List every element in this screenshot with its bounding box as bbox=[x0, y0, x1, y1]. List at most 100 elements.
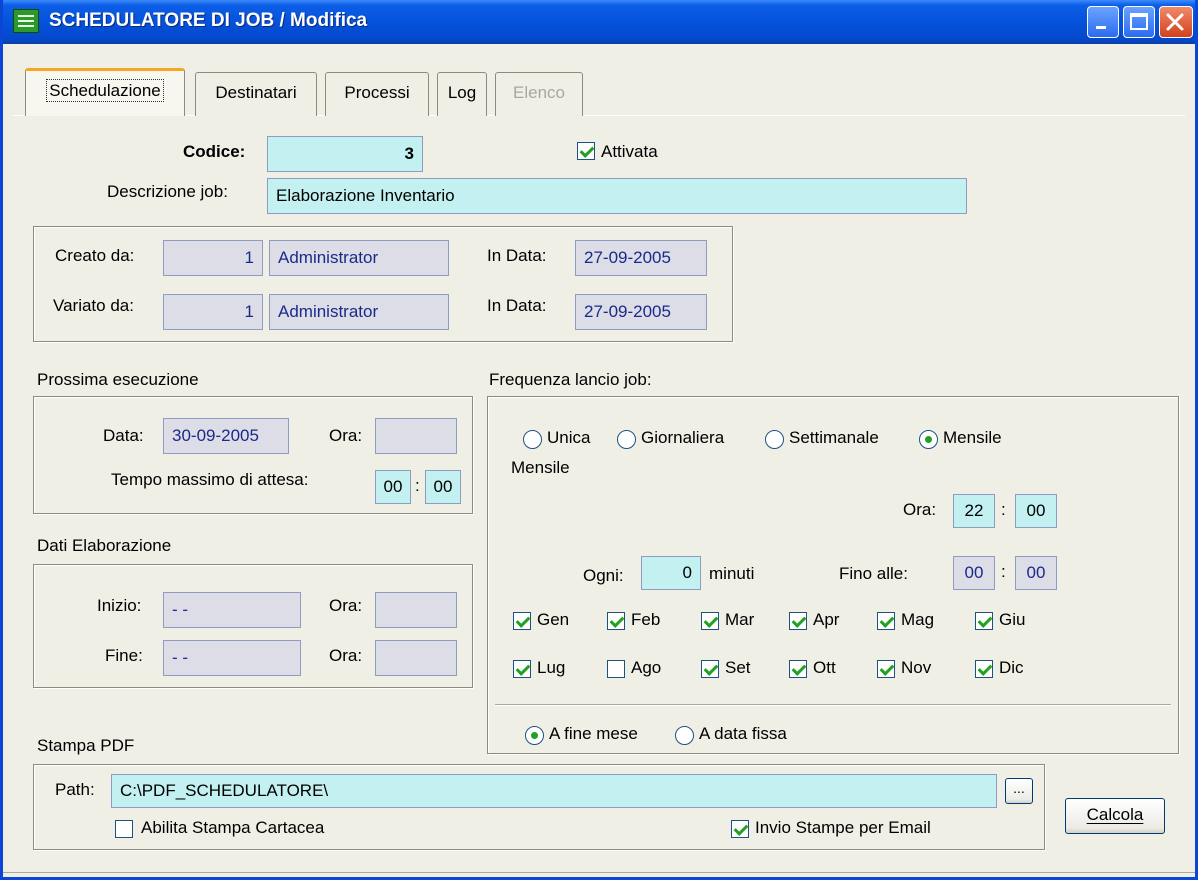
time-colon: : bbox=[1001, 562, 1006, 581]
month-giu-checkbox[interactable] bbox=[975, 612, 993, 630]
month-ott-checkbox[interactable] bbox=[789, 660, 807, 678]
created-date-label: In Data: bbox=[487, 246, 547, 265]
max-wait-minutes[interactable]: 00 bbox=[425, 470, 461, 504]
month-nov-label: Nov bbox=[901, 658, 932, 677]
close-button[interactable] bbox=[1159, 6, 1193, 38]
processing-end-time bbox=[375, 640, 457, 676]
minimize-button[interactable] bbox=[1087, 6, 1119, 38]
tab-elenco: Elenco bbox=[495, 72, 583, 116]
pdf-title: Stampa PDF bbox=[37, 736, 135, 755]
next-run-title: Prossima esecuzione bbox=[37, 370, 199, 389]
max-wait-label: Tempo massimo di attesa: bbox=[111, 470, 309, 489]
maximize-button[interactable] bbox=[1123, 6, 1155, 38]
month-apr-checkbox[interactable] bbox=[789, 612, 807, 630]
processing-end-label: Fine: bbox=[105, 646, 143, 665]
radio-giornaliera[interactable] bbox=[617, 430, 636, 449]
tab-label: Destinatari bbox=[215, 83, 297, 102]
until-label: Fino alle: bbox=[839, 564, 908, 583]
month-mag-checkbox[interactable] bbox=[877, 612, 895, 630]
month-mag-label: Mag bbox=[901, 610, 935, 629]
bottom-edge bbox=[3, 872, 1195, 873]
processing-start-label: Inizio: bbox=[97, 596, 142, 615]
monthly-section-label: Mensile bbox=[511, 458, 570, 477]
maximize-icon bbox=[1130, 13, 1148, 30]
pdf-path-field[interactable]: C:\PDF_SCHEDULATORE\ bbox=[111, 774, 997, 808]
month-giu-label: Giu bbox=[999, 610, 1026, 629]
month-dic-checkbox[interactable] bbox=[975, 660, 993, 678]
tab-strip-line bbox=[13, 115, 1185, 116]
email-print-checkbox[interactable] bbox=[731, 820, 749, 838]
next-run-time-label: Ora: bbox=[329, 426, 363, 445]
table-app-icon bbox=[13, 9, 39, 33]
month-set-label: Set bbox=[725, 658, 751, 677]
until-hours[interactable]: 00 bbox=[953, 556, 995, 590]
window-title: SCHEDULATORE DI JOB / Modifica bbox=[49, 10, 368, 31]
modified-by-user: Administrator bbox=[269, 294, 449, 330]
description-field[interactable]: Elaborazione Inventario bbox=[267, 178, 967, 214]
radio-unica[interactable] bbox=[523, 430, 542, 449]
every-unit-label: minuti bbox=[709, 564, 755, 583]
description-label: Descrizione job: bbox=[107, 182, 228, 201]
created-date: 27-09-2005 bbox=[575, 240, 707, 276]
month-apr-label: Apr bbox=[813, 610, 840, 629]
paper-print-label: Abilita Stampa Cartacea bbox=[141, 818, 325, 837]
next-run-date-label: Data: bbox=[103, 426, 144, 445]
radio-fine-mese[interactable] bbox=[525, 726, 544, 745]
tab-schedulazione[interactable]: Schedulazione bbox=[25, 68, 185, 116]
time-colon: : bbox=[1001, 500, 1006, 519]
month-gen-checkbox[interactable] bbox=[513, 612, 531, 630]
active-label: Attivata bbox=[601, 142, 658, 161]
month-gen-label: Gen bbox=[537, 610, 570, 629]
tab-destinatari[interactable]: Destinatari bbox=[195, 72, 317, 116]
month-ott-label: Ott bbox=[813, 658, 836, 677]
paper-print-checkbox[interactable] bbox=[115, 820, 133, 838]
time-colon: : bbox=[415, 476, 420, 495]
radio-data-fissa-label: A data fissa bbox=[699, 724, 787, 743]
every-label: Ogni: bbox=[583, 566, 624, 585]
month-set-checkbox[interactable] bbox=[701, 660, 719, 678]
month-mar-checkbox[interactable] bbox=[701, 612, 719, 630]
run-time-minutes[interactable]: 00 bbox=[1015, 494, 1057, 528]
radio-settimanale[interactable] bbox=[765, 430, 784, 449]
until-minutes[interactable]: 00 bbox=[1015, 556, 1057, 590]
calculate-button[interactable]: Calcola bbox=[1065, 798, 1165, 834]
tab-label: Schedulazione bbox=[46, 79, 164, 102]
modified-date-label: In Data: bbox=[487, 296, 547, 315]
month-dic-label: Dic bbox=[999, 658, 1024, 677]
tab-processi[interactable]: Processi bbox=[325, 72, 429, 116]
active-checkbox[interactable] bbox=[577, 142, 595, 160]
tab-label: Processi bbox=[344, 83, 410, 102]
created-by-user: Administrator bbox=[269, 240, 449, 276]
month-feb-label: Feb bbox=[631, 610, 661, 629]
title-bar[interactable]: SCHEDULATORE DI JOB / Modifica bbox=[3, 0, 1195, 44]
modified-date: 27-09-2005 bbox=[575, 294, 707, 330]
browse-button[interactable]: ... bbox=[1005, 778, 1033, 804]
month-lug-label: Lug bbox=[537, 658, 566, 677]
pdf-path-label: Path: bbox=[55, 780, 95, 799]
code-field[interactable]: 3 bbox=[267, 136, 423, 172]
processing-title: Dati Elaborazione bbox=[37, 536, 172, 555]
month-ago-checkbox[interactable] bbox=[607, 660, 625, 678]
radio-unica-label: Unica bbox=[547, 428, 591, 447]
close-icon bbox=[1166, 13, 1184, 31]
radio-mensile[interactable] bbox=[919, 430, 938, 449]
tab-log[interactable]: Log bbox=[437, 72, 487, 116]
processing-end: - - bbox=[163, 640, 301, 676]
job-scheduler-window: SCHEDULATORE DI JOB / Modifica Schedulaz… bbox=[0, 0, 1198, 880]
next-run-time bbox=[375, 418, 457, 454]
month-mar-label: Mar bbox=[725, 610, 755, 629]
tab-label: Elenco bbox=[513, 83, 565, 102]
modified-by-id: 1 bbox=[163, 294, 263, 330]
run-time-label: Ora: bbox=[903, 500, 937, 519]
radio-fine-mese-label: A fine mese bbox=[549, 724, 638, 743]
code-label: Codice: bbox=[183, 142, 246, 161]
radio-data-fissa[interactable] bbox=[675, 726, 694, 745]
run-time-hours[interactable]: 22 bbox=[953, 494, 995, 528]
every-minutes-field[interactable]: 0 bbox=[641, 556, 701, 590]
max-wait-hours[interactable]: 00 bbox=[375, 470, 411, 504]
radio-settimanale-label: Settimanale bbox=[789, 428, 879, 447]
month-feb-checkbox[interactable] bbox=[607, 612, 625, 630]
radio-mensile-label: Mensile bbox=[943, 428, 1002, 447]
month-lug-checkbox[interactable] bbox=[513, 660, 531, 678]
month-nov-checkbox[interactable] bbox=[877, 660, 895, 678]
